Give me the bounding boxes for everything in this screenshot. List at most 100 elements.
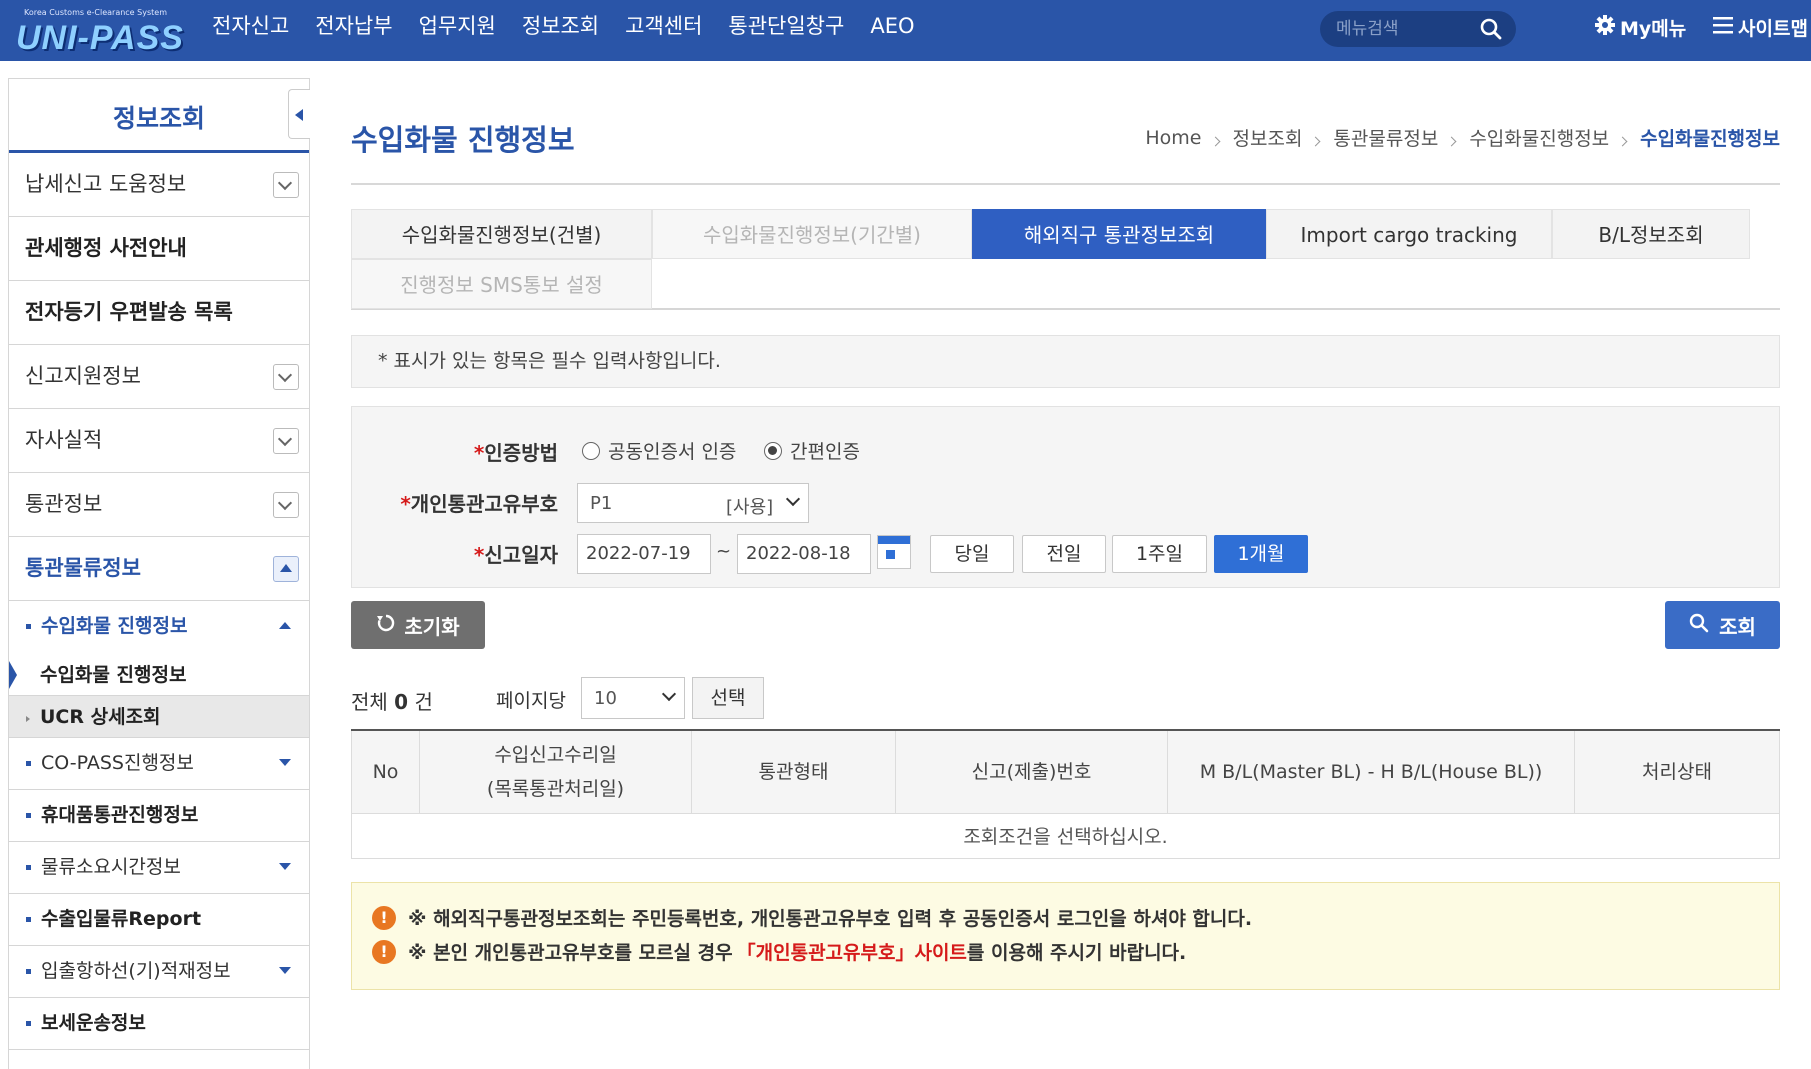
sidebar-item-logistics-info[interactable]: 통관물류정보: [9, 537, 309, 601]
col-declaration-number: 신고(제출)번호: [895, 729, 1168, 814]
col-status: 처리상태: [1574, 729, 1780, 814]
caret-down-icon: [279, 863, 291, 870]
pccc-select[interactable]: P1 [사용]: [577, 483, 809, 523]
refresh-icon: [376, 613, 396, 638]
search-button[interactable]: 조회: [1665, 601, 1780, 649]
menu-search-input[interactable]: [1336, 17, 1476, 41]
sidebar-item-tax-help[interactable]: 납세신고 도움정보: [9, 153, 309, 217]
sidebar-sub-bonded-transport[interactable]: 보세운송정보: [9, 998, 309, 1050]
logo-text: UNI-PASS: [16, 19, 184, 57]
sidebar-item-customs-guide[interactable]: 관세행정 사전안내: [9, 217, 309, 281]
tab-import-cargo-by-period[interactable]: 수입화물진행정보(기간별): [652, 209, 972, 259]
calendar-icon[interactable]: [877, 535, 911, 569]
select-button[interactable]: 선택: [692, 677, 764, 719]
date-from-input[interactable]: 2022-07-19: [577, 534, 711, 574]
chevron-down-icon[interactable]: [273, 428, 299, 454]
breadcrumb-current: 수입화물진행정보: [1640, 128, 1780, 150]
search-icon: [1689, 613, 1709, 638]
per-page-select[interactable]: 10: [581, 677, 685, 719]
period-month-button[interactable]: 1개월: [1214, 535, 1308, 573]
breadcrumb-info[interactable]: 정보조회: [1233, 124, 1303, 151]
breadcrumb-logistics[interactable]: 통관물류정보: [1333, 124, 1438, 151]
page-title: 수입화물 진행정보: [351, 123, 575, 157]
chevron-down-icon[interactable]: [273, 492, 299, 518]
pccc-label: *개인통관고유부호: [400, 492, 558, 516]
caret-down-icon: [279, 759, 291, 766]
sidebar-sub3-import-cargo-current[interactable]: 수입화물 진행정보: [9, 654, 309, 696]
sidebar-sub3-label: 수입화물 진행정보: [40, 664, 187, 686]
sidebar-item-registered-mail[interactable]: 전자등기 우편발송 목록: [9, 281, 309, 345]
chevron-up-icon[interactable]: [273, 556, 299, 582]
nav-single-window[interactable]: 통관단일창구: [728, 10, 844, 42]
auth-simple-radio[interactable]: 간편인증: [764, 437, 860, 464]
pccc-status: [사용]: [726, 497, 774, 518]
breadcrumb-import-cargo[interactable]: 수입화물진행정보: [1469, 124, 1609, 151]
unipass-logo[interactable]: Korea Customs e-Clearance System UNI-PAS…: [14, 6, 183, 57]
nav-info-inquiry[interactable]: 정보조회: [522, 10, 599, 42]
period-yesterday-button[interactable]: 전일: [1022, 535, 1106, 573]
col-no: No: [351, 729, 420, 814]
chevron-down-icon[interactable]: [273, 172, 299, 198]
chevron-down-icon: [661, 686, 677, 702]
breadcrumb-home[interactable]: Home: [1145, 127, 1201, 149]
col-accept-date: 수입신고수리일 (목록통관처리일): [419, 729, 692, 814]
sidebar-sub-label: 입출항하선(기)적재정보: [41, 960, 231, 982]
radio-unchecked-icon: [582, 441, 600, 460]
sidebar-item-declaration-support[interactable]: 신고지원정보: [9, 345, 309, 409]
sidebar-sub-baggage[interactable]: 휴대품통관진행정보: [9, 790, 309, 842]
date-to-input[interactable]: 2022-08-18: [737, 534, 871, 574]
lnb-header: 정보조회: [9, 78, 310, 153]
nav-e-payment[interactable]: 전자납부: [315, 10, 392, 42]
warning-box: ! ※ 해외직구통관정보조회는 주민등록번호, 개인통관고유부호 입력 후 공동…: [351, 882, 1780, 990]
sidebar-item-clearance-info[interactable]: 통관정보: [9, 473, 309, 537]
title-divider: [351, 183, 1780, 185]
search-icon[interactable]: [1480, 18, 1502, 45]
auth-certificate-radio[interactable]: 공동인증서 인증: [582, 437, 736, 464]
sidebar-sub-logistics-time[interactable]: 물류소요시간정보: [9, 842, 309, 894]
nav-business-support[interactable]: 업무지원: [419, 10, 496, 42]
exclamation-icon: !: [372, 939, 396, 964]
sidebar-sub-label: 물류소요시간정보: [41, 856, 181, 878]
lnb-collapse-button[interactable]: [288, 89, 310, 139]
pccc-value: P1: [590, 493, 613, 514]
tab-sms-setting[interactable]: 진행정보 SMS통보 설정: [351, 259, 652, 309]
tab-bl-inquiry[interactable]: B/L정보조회: [1552, 209, 1750, 259]
chevron-right-icon: [1617, 136, 1628, 147]
sidebar-sub-import-cargo[interactable]: 수입화물 진행정보: [9, 601, 309, 654]
sidebar-sub3-ucr[interactable]: UCR 상세조회: [9, 696, 309, 738]
sidebar-sub-copass[interactable]: CO-PASS진행정보: [9, 738, 309, 790]
nav-customer-center[interactable]: 고객센터: [625, 10, 702, 42]
period-today-button[interactable]: 당일: [930, 535, 1014, 573]
tab-import-cargo-by-case[interactable]: 수입화물진행정보(건별): [351, 209, 652, 259]
sidebar-sub3-label: UCR 상세조회: [40, 706, 161, 728]
warning-line-1: ! ※ 해외직구통관정보조회는 주민등록번호, 개인통관고유부호 입력 후 공동…: [372, 904, 1252, 931]
pccc-site-link[interactable]: 「개인통관고유부호」사이트: [737, 938, 967, 965]
date-range-tilde: ~: [716, 541, 732, 562]
nav-e-declaration[interactable]: 전자신고: [212, 10, 289, 42]
results-table: No 수입신고수리일 (목록통관처리일) 통관형태 신고(제출)번호 M B/L(…: [351, 729, 1780, 859]
tab-overseas-direct-purchase[interactable]: 해외직구 통관정보조회: [972, 209, 1266, 259]
sidebar-sub-label: 수출입물류Report: [41, 908, 202, 930]
period-week-button[interactable]: 1주일: [1112, 535, 1207, 573]
mymenu-button[interactable]: My메뉴: [1594, 14, 1686, 41]
sidebar-sub-label: 휴대품통관진행정보: [41, 804, 199, 826]
per-page-value: 10: [594, 688, 617, 709]
sidebar-sub-port-loading[interactable]: 입출항하선(기)적재정보: [9, 946, 309, 998]
sitemap-button[interactable]: 사이트맵: [1712, 14, 1808, 41]
sidebar-item-label: 신고지원정보: [25, 364, 141, 388]
tab-import-cargo-tracking[interactable]: Import cargo tracking: [1266, 209, 1552, 259]
chevron-down-icon[interactable]: [273, 364, 299, 390]
tab-bar: 수입화물진행정보(건별) 수입화물진행정보(기간별) 해외직구 통관정보조회 I…: [351, 209, 1780, 310]
sidebar-item-label: 통관물류정보: [25, 556, 141, 580]
sidebar-item-label: 납세신고 도움정보: [25, 172, 187, 196]
nav-aeo[interactable]: AEO: [870, 10, 914, 42]
table-row: 조회조건을 선택하십시오.: [351, 812, 1780, 859]
radio-checked-icon: [764, 441, 782, 460]
menu-search: [1320, 11, 1516, 47]
sidebar-sub-report[interactable]: 수출입물류Report: [9, 894, 309, 946]
lnb-title: 정보조회: [112, 104, 205, 133]
hamburger-icon: [1712, 15, 1734, 40]
sidebar-item-company-record[interactable]: 자사실적: [9, 409, 309, 473]
reset-button[interactable]: 초기화: [351, 601, 485, 649]
search-form: *인증방법 공동인증서 인증 간편인증 *개인통관고유부호 P1 [사용] *신…: [351, 406, 1780, 588]
